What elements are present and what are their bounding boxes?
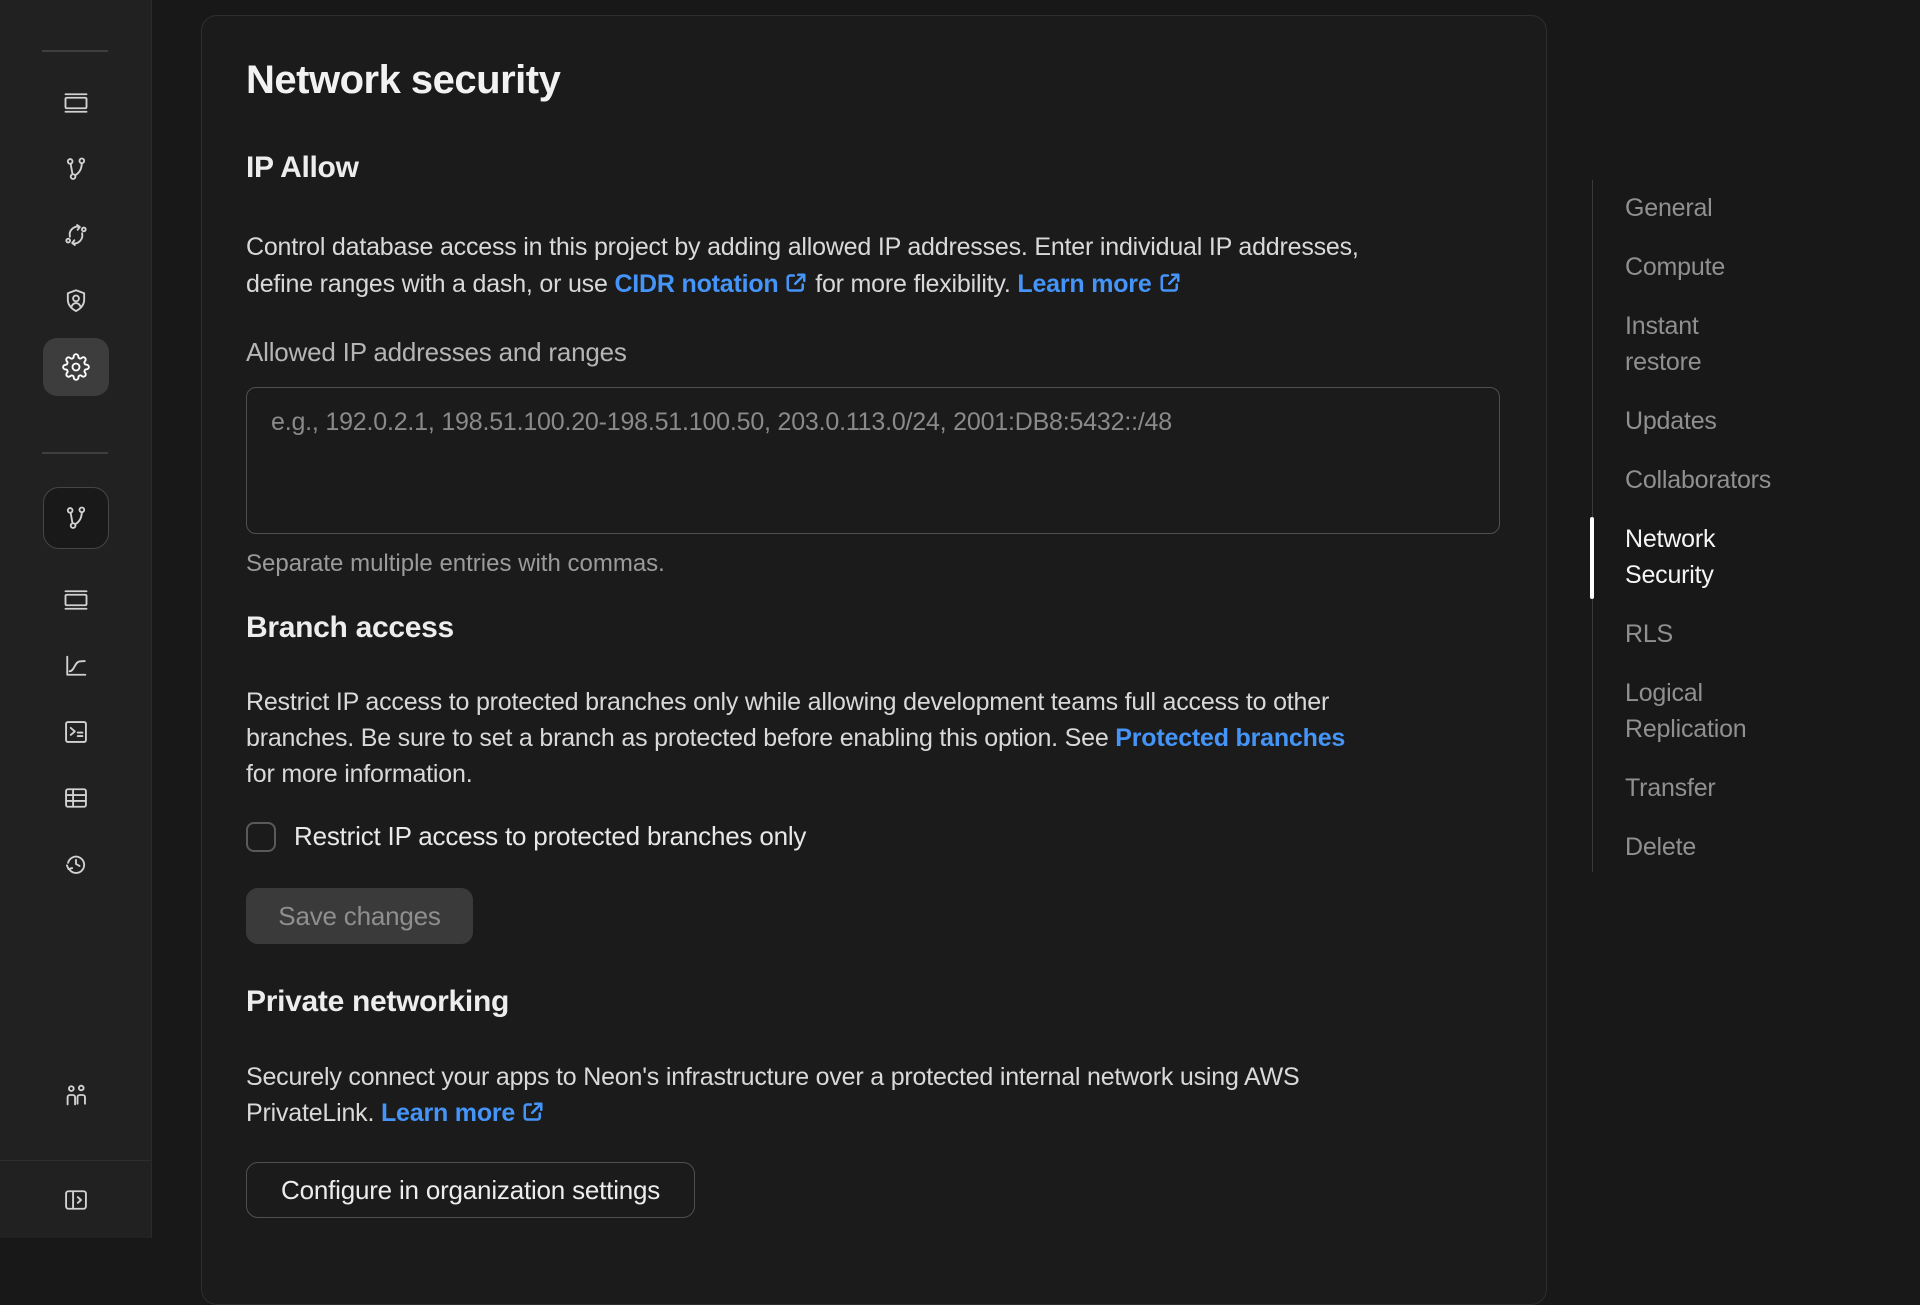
sidebar-divider bbox=[0, 1160, 151, 1161]
ip-input-helper-text: Separate multiple entries with commas. bbox=[246, 550, 665, 578]
restrict-ip-checkbox[interactable] bbox=[246, 822, 276, 852]
save-changes-button[interactable]: Save changes bbox=[246, 888, 473, 944]
branch-access-description: Restrict IP access to protected branches… bbox=[246, 684, 1345, 792]
learn-more-link[interactable]: Learn more bbox=[381, 1099, 545, 1127]
settings-nav-item-rls[interactable]: RLS bbox=[1625, 616, 1771, 652]
tables-icon bbox=[62, 784, 90, 812]
branch-icon bbox=[62, 504, 90, 532]
sidebar-restore-button[interactable] bbox=[43, 206, 109, 264]
settings-nav-item-instant-restore[interactable]: Instantrestore bbox=[1625, 308, 1771, 380]
configure-org-settings-button[interactable]: Configure in organization settings bbox=[246, 1162, 695, 1218]
ip-allow-description: Control database access in this project … bbox=[246, 229, 1359, 303]
page-title: Network security bbox=[246, 58, 560, 103]
settings-icon bbox=[62, 353, 90, 381]
settings-nav-item-collaborators[interactable]: Collaborators bbox=[1625, 462, 1771, 498]
settings-nav-item-updates[interactable]: Updates bbox=[1625, 403, 1771, 439]
sidebar-collapse-sidebar-button[interactable] bbox=[43, 1171, 109, 1229]
branch-icon bbox=[62, 155, 90, 183]
people-icon bbox=[62, 1081, 90, 1109]
cidr-notation-link[interactable]: CIDR notation bbox=[614, 270, 808, 298]
settings-nav: General Compute Instantrestore Updates Colla… bbox=[1625, 190, 1771, 865]
sidebar-monitoring-button[interactable] bbox=[43, 637, 109, 695]
sidebar-history-button[interactable] bbox=[43, 835, 109, 893]
sidebar-tables-button[interactable] bbox=[43, 769, 109, 827]
settings-nav-item-compute[interactable]: Compute bbox=[1625, 249, 1771, 285]
text: define ranges with a dash, or use bbox=[246, 270, 614, 298]
monitoring-icon bbox=[62, 652, 90, 680]
sql-editor-icon bbox=[62, 718, 90, 746]
shield-user-icon bbox=[62, 287, 90, 315]
sidebar-divider bbox=[42, 50, 108, 52]
external-link-icon bbox=[515, 1099, 545, 1127]
sidebar-panel-button[interactable] bbox=[43, 74, 109, 132]
settings-nav-item-transfer[interactable]: Transfer bbox=[1625, 770, 1771, 806]
protected-branches-link[interactable]: Protected branches bbox=[1115, 724, 1345, 752]
text: Control database access in this project … bbox=[246, 233, 1359, 261]
settings-nav-item-delete[interactable]: Delete bbox=[1625, 829, 1771, 865]
sidebar-sql-editor-button[interactable] bbox=[43, 703, 109, 761]
settings-nav-item-logical-replication[interactable]: LogicalReplication bbox=[1625, 675, 1771, 747]
text: Securely connect your apps to Neon's inf… bbox=[246, 1063, 1299, 1091]
external-link-icon bbox=[778, 270, 808, 298]
sidebar-panel-button[interactable] bbox=[43, 571, 109, 629]
sidebar-divider bbox=[42, 452, 108, 454]
settings-nav-item-network-security[interactable]: NetworkSecurity bbox=[1625, 521, 1771, 593]
history-icon bbox=[62, 850, 90, 878]
private-networking-description: Securely connect your apps to Neon's inf… bbox=[246, 1059, 1299, 1131]
allowed-ip-label: Allowed IP addresses and ranges bbox=[246, 337, 627, 368]
network-security-card: Network security IP Allow Control databa… bbox=[201, 15, 1547, 1305]
panel-icon bbox=[62, 89, 90, 117]
text: for more information. bbox=[246, 760, 472, 788]
settings-nav-active-marker bbox=[1590, 517, 1594, 599]
sidebar-settings-button[interactable] bbox=[43, 338, 109, 396]
neon-console-page: { "colors": { "link": "#4594f8", "active… bbox=[0, 0, 1920, 1238]
settings-nav-item-general[interactable]: General bbox=[1625, 190, 1771, 226]
restrict-ip-checkbox-row[interactable]: Restrict IP access to protected branches… bbox=[246, 821, 806, 852]
collapse-sidebar-icon bbox=[62, 1186, 90, 1214]
branch-access-heading: Branch access bbox=[246, 611, 454, 645]
icon-sidebar bbox=[0, 0, 152, 1238]
sidebar-branch-button[interactable] bbox=[43, 140, 109, 198]
private-networking-heading: Private networking bbox=[246, 985, 509, 1019]
panel-icon bbox=[62, 586, 90, 614]
text: for more flexibility. bbox=[808, 270, 1017, 298]
text: branches. Be sure to set a branch as pro… bbox=[246, 724, 1115, 752]
restore-icon bbox=[62, 221, 90, 249]
text: Restrict IP access to protected branches… bbox=[246, 688, 1329, 716]
sidebar-people-button[interactable] bbox=[43, 1066, 109, 1124]
allowed-ip-input[interactable] bbox=[246, 387, 1500, 534]
learn-more-link[interactable]: Learn more bbox=[1017, 270, 1181, 298]
sidebar-shield-user-button[interactable] bbox=[43, 272, 109, 330]
text: PrivateLink. bbox=[246, 1099, 381, 1127]
ip-allow-heading: IP Allow bbox=[246, 151, 359, 185]
restrict-ip-checkbox-label: Restrict IP access to protected branches… bbox=[294, 821, 806, 852]
sidebar-branch-button[interactable] bbox=[43, 487, 109, 549]
external-link-icon bbox=[1152, 270, 1182, 298]
